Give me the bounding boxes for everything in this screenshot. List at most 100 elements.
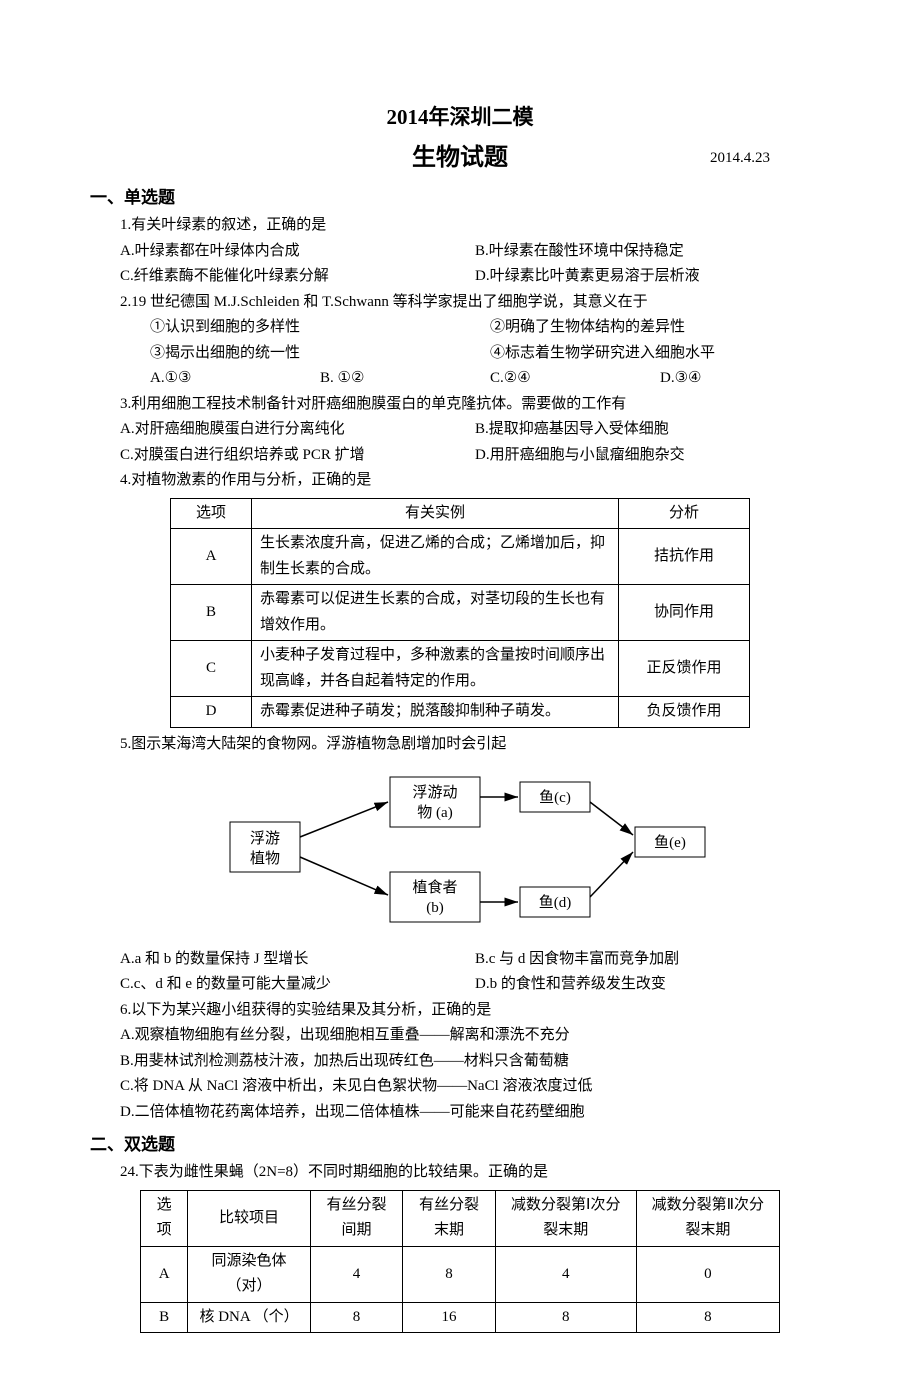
table-row: B 核 DNA （个） 8 16 8 8 — [141, 1302, 780, 1333]
q1-stem: 1.有关叶绿素的叙述，正确的是 — [90, 213, 830, 239]
q4-A-opt: A — [171, 529, 252, 585]
q24-B-v3: 8 — [495, 1302, 636, 1333]
q4-B-an: 协同作用 — [619, 585, 750, 641]
q6-stem: 6.以下为某兴趣小组获得的实验结果及其分析，正确的是 — [90, 998, 830, 1024]
q4-C-opt: C — [171, 641, 252, 697]
q24-A-item: 同源染色体（对） — [188, 1246, 310, 1302]
table-row: 选项 比较项目 有丝分裂间期 有丝分裂末期 减数分裂第Ⅰ次分裂末期 减数分裂第Ⅱ… — [141, 1190, 780, 1246]
q24-B-v2: 16 — [403, 1302, 495, 1333]
q1-D: D.叶绿素比叶黄素更易溶于层析液 — [475, 264, 830, 290]
q2-D: D.③④ — [660, 366, 830, 392]
q4-h1: 选项 — [171, 498, 252, 529]
q3-stem: 3.利用细胞工程技术制备针对肝癌细胞膜蛋白的单克隆抗体。需要做的工作有 — [90, 392, 830, 418]
subtitle-row: 生物试题 2014.4.23 — [90, 138, 830, 179]
food-web-svg: 浮游 植物 浮游动 物 (a) 植食者 (b) 鱼(c) 鱼(d) 鱼(e) — [200, 767, 720, 937]
q3-row1: A.对肝癌细胞膜蛋白进行分离纯化 B.提取抑癌基因导入受体细胞 — [90, 417, 830, 443]
q1-row2: C.纤维素酶不能催化叶绿素分解 D.叶绿素比叶黄素更易溶于层析液 — [90, 264, 830, 290]
page-subtitle: 生物试题 — [412, 145, 508, 171]
arrow-icon — [590, 852, 633, 897]
q5-diagram: 浮游 植物 浮游动 物 (a) 植食者 (b) 鱼(c) 鱼(d) 鱼(e) — [90, 767, 830, 947]
q4-B-ex: 赤霉素可以促进生长素的合成，对茎切段的生长也有增效作用。 — [252, 585, 619, 641]
q24-h3: 有丝分裂间期 — [310, 1190, 402, 1246]
q5-D: D.b 的食性和营养级发生改变 — [475, 972, 830, 998]
q2-A: A.①③ — [150, 366, 320, 392]
q4-D-an: 负反馈作用 — [619, 697, 750, 728]
q4-A-an: 拮抗作用 — [619, 529, 750, 585]
q2-o1: ①认识到细胞的多样性 — [150, 315, 490, 341]
node-phytoplankton-l2: 植物 — [250, 850, 280, 867]
page-date: 2014.4.23 — [710, 146, 770, 172]
q3-C: C.对膜蛋白进行组织培养或 PCR 扩增 — [120, 443, 475, 469]
q5-C: C.c、d 和 e 的数量可能大量减少 — [120, 972, 475, 998]
node-zooplankton-l2: 物 (a) — [417, 804, 452, 821]
q24-A-opt: A — [141, 1246, 188, 1302]
page-title: 2014年深圳二模 — [90, 100, 830, 136]
q24-h6: 减数分裂第Ⅱ次分裂末期 — [636, 1190, 779, 1246]
q4-table: 选项 有关实例 分析 A 生长素浓度升高，促进乙烯的合成；乙烯增加后，抑制生长素… — [170, 498, 750, 728]
q5-A: A.a 和 b 的数量保持 J 型增长 — [120, 947, 475, 973]
q2-answers: A.①③ B. ①② C.②④ D.③④ — [90, 366, 830, 392]
q2-sub1: ①认识到细胞的多样性 ②明确了生物体结构的差异性 — [90, 315, 830, 341]
table-row: A 生长素浓度升高，促进乙烯的合成；乙烯增加后，抑制生长素的合成。 拮抗作用 — [171, 529, 750, 585]
q4-B-opt: B — [171, 585, 252, 641]
q24-stem: 24.下表为雌性果蝇（2N=8）不同时期细胞的比较结果。正确的是 — [90, 1160, 830, 1186]
q1-A: A.叶绿素都在叶绿体内合成 — [120, 239, 475, 265]
q5-B: B.c 与 d 因食物丰富而竞争加剧 — [475, 947, 830, 973]
q24-h4: 有丝分裂末期 — [403, 1190, 495, 1246]
q24-A-v1: 4 — [310, 1246, 402, 1302]
q3-B: B.提取抑癌基因导入受体细胞 — [475, 417, 830, 443]
q2-o2: ②明确了生物体结构的差异性 — [490, 315, 830, 341]
q24-table: 选项 比较项目 有丝分裂间期 有丝分裂末期 减数分裂第Ⅰ次分裂末期 减数分裂第Ⅱ… — [140, 1190, 780, 1334]
q4-h2: 有关实例 — [252, 498, 619, 529]
q6-A: A.观察植物细胞有丝分裂，出现细胞相互重叠——解离和漂洗不充分 — [90, 1023, 830, 1049]
q4-A-ex: 生长素浓度升高，促进乙烯的合成；乙烯增加后，抑制生长素的合成。 — [252, 529, 619, 585]
q5-row2: C.c、d 和 e 的数量可能大量减少 D.b 的食性和营养级发生改变 — [90, 972, 830, 998]
table-row: 选项 有关实例 分析 — [171, 498, 750, 529]
q2-o4: ④标志着生物学研究进入细胞水平 — [490, 341, 830, 367]
q4-stem: 4.对植物激素的作用与分析，正确的是 — [90, 468, 830, 494]
q1-C: C.纤维素酶不能催化叶绿素分解 — [120, 264, 475, 290]
q5-row1: A.a 和 b 的数量保持 J 型增长 B.c 与 d 因食物丰富而竞争加剧 — [90, 947, 830, 973]
q2-B: B. ①② — [320, 366, 490, 392]
q2-o3: ③揭示出细胞的统一性 — [150, 341, 490, 367]
q6-C: C.将 DNA 从 NaCl 溶液中析出，未见白色絮状物——NaCl 溶液浓度过… — [90, 1074, 830, 1100]
node-phytoplankton-l1: 浮游 — [250, 830, 280, 847]
q4-C-an: 正反馈作用 — [619, 641, 750, 697]
table-row: D 赤霉素促进种子萌发；脱落酸抑制种子萌发。 负反馈作用 — [171, 697, 750, 728]
q3-row2: C.对膜蛋白进行组织培养或 PCR 扩增 D.用肝癌细胞与小鼠瘤细胞杂交 — [90, 443, 830, 469]
table-row: C 小麦种子发育过程中，多种激素的含量按时间顺序出现高峰，并各自起着特定的作用。… — [171, 641, 750, 697]
q24-A-v4: 0 — [636, 1246, 779, 1302]
q4-D-opt: D — [171, 697, 252, 728]
q24-h5: 减数分裂第Ⅰ次分裂末期 — [495, 1190, 636, 1246]
q2-stem: 2.19 世纪德国 M.J.Schleiden 和 T.Schwann 等科学家… — [90, 290, 830, 316]
q5-stem: 5.图示某海湾大陆架的食物网。浮游植物急剧增加时会引起 — [90, 732, 830, 758]
q24-B-v4: 8 — [636, 1302, 779, 1333]
section2-heading: 二、双选题 — [90, 1131, 830, 1160]
q2-sub2: ③揭示出细胞的统一性 ④标志着生物学研究进入细胞水平 — [90, 341, 830, 367]
node-zooplankton-l1: 浮游动 — [412, 784, 457, 801]
node-fish-d: 鱼(d) — [539, 893, 572, 911]
q24-B-opt: B — [141, 1302, 188, 1333]
q3-D: D.用肝癌细胞与小鼠瘤细胞杂交 — [475, 443, 830, 469]
q24-h1: 选项 — [141, 1190, 188, 1246]
node-fish-c: 鱼(c) — [539, 788, 571, 806]
q4-C-ex: 小麦种子发育过程中，多种激素的含量按时间顺序出现高峰，并各自起着特定的作用。 — [252, 641, 619, 697]
q3-A: A.对肝癌细胞膜蛋白进行分离纯化 — [120, 417, 475, 443]
q4-h3: 分析 — [619, 498, 750, 529]
q24-h2: 比较项目 — [188, 1190, 310, 1246]
q2-C: C.②④ — [490, 366, 660, 392]
q24-B-item: 核 DNA （个） — [188, 1302, 310, 1333]
q24-A-v2: 8 — [403, 1246, 495, 1302]
arrow-icon — [300, 857, 388, 895]
section1-heading: 一、单选题 — [90, 184, 830, 213]
node-fish-e: 鱼(e) — [654, 833, 686, 851]
arrow-icon — [590, 802, 633, 835]
q4-D-ex: 赤霉素促进种子萌发；脱落酸抑制种子萌发。 — [252, 697, 619, 728]
arrow-icon — [300, 802, 388, 837]
node-herbivore-l1: 植食者 — [412, 879, 457, 896]
q1-row1: A.叶绿素都在叶绿体内合成 B.叶绿素在酸性环境中保持稳定 — [90, 239, 830, 265]
q6-B: B.用斐林试剂检测荔枝汁液，加热后出现砖红色——材料只含葡萄糖 — [90, 1049, 830, 1075]
q24-B-v1: 8 — [310, 1302, 402, 1333]
table-row: B 赤霉素可以促进生长素的合成，对茎切段的生长也有增效作用。 协同作用 — [171, 585, 750, 641]
node-herbivore-l2: (b) — [426, 900, 444, 916]
